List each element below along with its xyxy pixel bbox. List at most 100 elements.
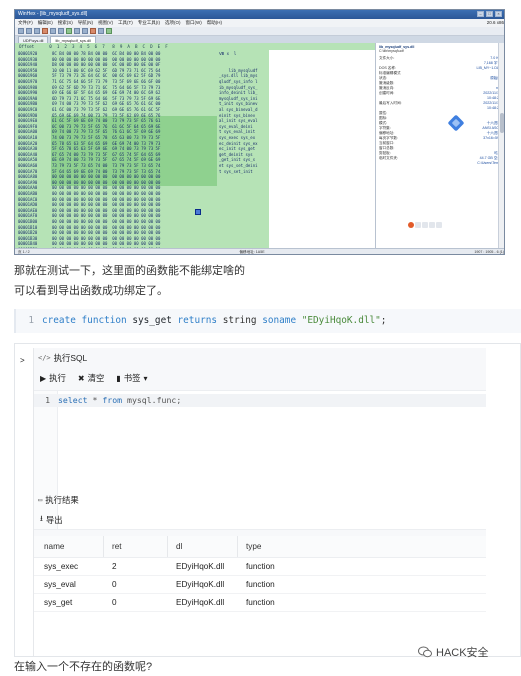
ime-skin-icon — [436, 222, 442, 228]
collapse-chevron-icon[interactable]: > — [20, 356, 25, 365]
result-panel-header: ▭ 执行结果 — [34, 490, 486, 510]
result-panel-title: 执行结果 — [45, 495, 79, 505]
paste-icon[interactable] — [58, 28, 64, 34]
menu-item[interactable]: 帮助(H) — [207, 19, 222, 27]
code-line-number: 1 — [28, 315, 34, 326]
status-bar: 页 1 / 2 偏移地址: 1A5E 1907 : 1905 - 6 (1) — [15, 248, 504, 254]
table-row[interactable]: sys_get 0 EDyiHqoK.dll function — [34, 594, 486, 612]
hex-editor-screenshot: WinHex - [lib_mysqludf_sys.dll] – □ × 文件… — [14, 9, 505, 255]
hex-view[interactable]: Offset 0 1 2 3 4 5 6 7 8 9 A B C D E F 0… — [15, 43, 375, 252]
column-header-dl[interactable]: dl — [168, 536, 238, 557]
ime-toolbar — [408, 222, 442, 228]
open-file-icon[interactable] — [26, 28, 32, 34]
info-key: 创建时间: — [379, 91, 395, 95]
ram-icon[interactable] — [98, 28, 104, 34]
column-header-type[interactable]: type — [238, 536, 348, 557]
run-button[interactable]: ▶ 执行 — [40, 372, 66, 384]
offset-header: Offset 0 1 2 3 4 5 6 7 8 9 A B C D E F — [15, 43, 375, 50]
cell-type: function — [246, 580, 275, 589]
cell-name: sys_eval — [44, 580, 76, 589]
menu-item[interactable]: 编辑(E) — [38, 19, 53, 27]
bookmark-dropdown[interactable]: ▮ 书签 ▾ — [116, 372, 147, 384]
result-toolbar: ⭳ 导出 — [34, 510, 486, 530]
export-icon: ⭳ — [40, 514, 43, 523]
column-header-ret[interactable]: ret — [104, 536, 168, 557]
status-page: 页 1 / 2 — [18, 250, 30, 254]
menu-item[interactable]: 专业工具(I) — [138, 19, 160, 27]
info-key: 最后写入时间: — [379, 101, 402, 105]
hex-editor-menubar: 文件(F) 编辑(E) 搜索(S) 导航(N) 视图(V) 工具(T) 专业工具(I) 选项(… — [15, 19, 504, 27]
undo-icon[interactable] — [42, 28, 48, 34]
play-icon: ▶ — [40, 373, 47, 383]
article-paragraph-2: 可以看到导出函数成功绑定了。 — [14, 285, 168, 297]
hex-editor-titlebar: WinHex - [lib_mysqludf_sys.dll] – □ × — [15, 10, 504, 19]
info-key: 文件大小: — [379, 56, 395, 60]
tab-path[interactable]: UDF\sys.dll — [18, 36, 49, 43]
ime-keyboard-icon — [429, 222, 435, 228]
sql-client-screenshot: > </> 执行SQL ▶ 执行 ✖ 清空 ▮ 书签 ▾ 1 select * f… — [14, 343, 521, 657]
cell-name: sys_get — [44, 598, 73, 607]
cell-name: sys_exec — [44, 562, 79, 571]
editor-line-number: 1 — [45, 395, 50, 405]
copy-icon[interactable] — [50, 28, 56, 34]
menu-item[interactable]: 工具(T) — [118, 19, 133, 27]
minimize-button[interactable]: – — [477, 11, 484, 17]
replace-icon[interactable] — [74, 28, 80, 34]
table-row[interactable]: sys_eval 0 EDyiHqoK.dll function — [34, 576, 486, 594]
window-title: WinHex - [lib_mysqludf_sys.dll] — [18, 11, 88, 17]
hex-editor-toolbar — [15, 27, 504, 36]
status-selection: 1907 : 1905 - 6 (1) — [474, 250, 504, 254]
sql-toolbar: ▶ 执行 ✖ 清空 ▮ 书签 ▾ — [34, 368, 486, 388]
info-row: C:\Users\Temp — [379, 161, 501, 166]
watermark: HACK安全 — [418, 644, 489, 660]
cell-ret: 0 — [112, 598, 117, 607]
file-info-panel: lib_mysqludf_sys.dll C:\lib\mysql\udf 文件… — [375, 43, 504, 248]
save-icon[interactable] — [34, 28, 40, 34]
cell-ret: 0 — [112, 580, 117, 589]
result-panel-icon: ▭ — [38, 496, 43, 504]
maximize-button[interactable]: □ — [486, 11, 493, 17]
info-key: 临时文件夹: — [379, 156, 398, 160]
code-icon: </> — [38, 354, 51, 362]
result-grid: name ret dl type sys_exec 2 EDyiHqoK.dll… — [34, 536, 486, 656]
article-paragraph-1: 那就在测试一下，这里面的函数能不能绑定啥的 — [14, 265, 245, 277]
bookmark-icon: ▮ — [116, 373, 121, 383]
menu-item[interactable]: 视图(V) — [98, 19, 113, 27]
export-button[interactable]: ⭳ 导出 — [40, 513, 63, 527]
cell-ret: 2 — [112, 562, 117, 571]
column-header-name[interactable]: name — [34, 536, 104, 557]
version-label: 20.6 x86 — [486, 20, 504, 25]
code-block: 1 create function sys_get returns string … — [14, 309, 521, 333]
menu-item[interactable]: 窗口(W) — [186, 19, 202, 27]
status-offset: 偏移地址: 1A5E — [239, 250, 265, 254]
menu-item[interactable]: 文件(F) — [18, 19, 33, 27]
tab-file[interactable]: lib_mysqludf_sys.dll — [50, 36, 97, 43]
new-file-icon[interactable] — [18, 28, 24, 34]
disk-icon[interactable] — [90, 28, 96, 34]
info-folder: C:\lib\mysql\udf — [379, 49, 404, 53]
chevron-down-icon: ▾ — [143, 373, 148, 383]
sql-panel-title: 执行SQL — [53, 353, 88, 363]
cell-dl: EDyiHqoK.dll — [176, 562, 225, 571]
result-grid-header: name ret dl type — [34, 536, 486, 558]
close-button[interactable]: × — [495, 11, 502, 17]
cell-type: function — [246, 598, 275, 607]
ime-mode-icon — [415, 222, 421, 228]
sql-panel-header: </> 执行SQL — [34, 348, 486, 368]
goto-icon[interactable] — [82, 28, 88, 34]
cell-dl: EDyiHqoK.dll — [176, 598, 225, 607]
table-row[interactable]: sys_exec 2 EDyiHqoK.dll function — [34, 558, 486, 576]
article-paragraph-3: 在输入一个不存在的函数呢? — [14, 661, 153, 673]
menu-item[interactable]: 导航(N) — [78, 19, 93, 27]
calc-icon[interactable] — [106, 28, 112, 34]
sql-editor-line[interactable]: 1 select * from mysql.func; — [34, 394, 486, 407]
menu-item[interactable]: 搜索(S) — [58, 19, 73, 27]
hex-editor-tabs: UDF\sys.dll lib_mysqludf_sys.dll — [15, 36, 504, 43]
menu-item[interactable]: 选项(O) — [165, 19, 181, 27]
cell-dl: EDyiHqoK.dll — [176, 580, 225, 589]
search-icon[interactable] — [66, 28, 72, 34]
cell-type: function — [246, 562, 275, 571]
ime-punct-icon — [422, 222, 428, 228]
vertical-scrollbar[interactable] — [498, 43, 504, 248]
clear-button[interactable]: ✖ 清空 — [78, 372, 104, 384]
